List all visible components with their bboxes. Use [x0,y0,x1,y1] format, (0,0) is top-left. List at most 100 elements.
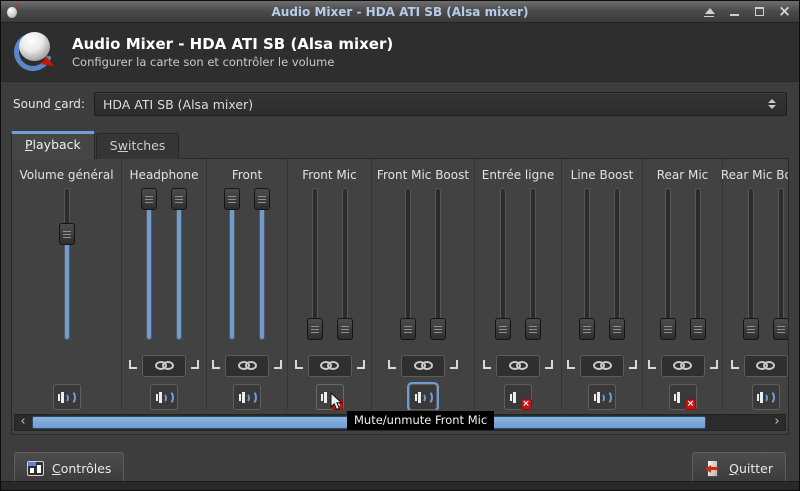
mute-button[interactable]: × [504,384,532,410]
volume-slider[interactable] [307,188,323,344]
channel-link-button[interactable] [401,355,445,377]
mute-button[interactable] [53,384,81,410]
tab-playback[interactable]: Playback [11,131,95,159]
sound-wave-icon [421,390,433,405]
volume-slider[interactable] [254,188,270,344]
speaker-bar-icon [674,394,676,401]
slider-handle[interactable] [495,318,511,340]
slider-handle[interactable] [579,318,595,340]
chain-ring-icon [327,361,339,370]
speaker-icon [414,390,433,405]
volume-slider[interactable] [59,188,75,344]
slider-handle[interactable] [337,318,353,340]
volume-slider[interactable] [141,188,157,344]
channel-strip-line-boost: Line Boost [562,159,643,410]
channel-label: Rear Mic [657,168,709,182]
right-bracket-icon [357,360,365,369]
shade-button[interactable] [703,5,716,18]
volume-knob-icon [13,30,59,74]
slider-handle[interactable] [773,318,789,340]
channel-link-button[interactable] [496,355,540,377]
chain-link-icon [238,361,257,370]
slider-handle[interactable] [171,188,187,210]
slider-handle[interactable] [307,318,323,340]
channel-link-button[interactable] [744,355,788,377]
speaker-icon [593,390,612,405]
channel-label: Headphone [130,168,199,182]
slider-handle[interactable] [430,318,446,340]
channel-label: Rear Mic Boost [721,168,788,182]
slider-handle[interactable] [690,318,706,340]
slider-fill [65,233,69,339]
slider-handle[interactable] [141,188,157,210]
volume-slider[interactable] [743,188,759,344]
volume-slider[interactable] [773,188,789,344]
channel-link-button[interactable] [225,355,269,377]
controls-button-label: Contrôles [52,461,111,476]
slider-handle[interactable] [59,223,75,245]
controls-button[interactable]: Contrôles [14,452,124,484]
slider-handle[interactable] [609,318,625,340]
chain-link-icon [593,361,612,370]
slider-grip-lines [694,326,702,333]
mute-button[interactable] [233,384,261,410]
slider-fill [147,198,151,339]
channel-link-button[interactable] [580,355,624,377]
channel-link-button[interactable] [661,355,705,377]
chain-link-icon [155,361,174,370]
quit-button[interactable]: Quitter [692,452,786,484]
mute-button[interactable] [588,384,616,410]
volume-slider[interactable] [337,188,353,344]
slider-handle[interactable] [254,188,270,210]
slider-grip-lines [664,326,672,333]
shade-icon-bar [704,16,714,18]
right-bracket-icon [629,360,637,369]
mute-button[interactable] [409,384,437,410]
chain-ring-icon [680,361,692,370]
volume-slider[interactable] [609,188,625,344]
left-bracket-icon [483,360,491,369]
volume-slider[interactable] [579,188,595,344]
slider-fill [260,198,264,339]
volume-slider[interactable] [400,188,416,344]
slider-handle[interactable] [660,318,676,340]
volume-slider[interactable] [660,188,676,344]
mixer-controls-icon-bar [28,462,36,466]
slider-handle[interactable] [525,318,541,340]
sound-card-value: HDA ATI SB (Alsa mixer) [103,97,768,112]
window-title: Audio Mixer - HDA ATI SB (Alsa mixer) [1,5,799,19]
maximize-button[interactable] [753,5,766,18]
link-row [723,354,788,377]
speaker-bar-icon [513,392,516,403]
volume-slider[interactable] [495,188,511,344]
mute-button[interactable] [150,384,178,410]
volume-slider[interactable] [690,188,706,344]
tab-playback-post: layback [33,137,81,152]
chain-ring-icon [516,361,528,370]
minimize-button[interactable] [728,5,741,18]
scroll-right-icon[interactable]: › [769,415,785,430]
mute-button[interactable] [752,384,780,410]
volume-slider[interactable] [430,188,446,344]
scroll-left-icon[interactable]: ‹ [15,415,31,430]
sound-card-select[interactable]: HDA ATI SB (Alsa mixer) [94,92,787,116]
slider-grip-lines [228,196,236,203]
channel-link-button[interactable] [142,355,186,377]
page-subtitle: Configurer la carte son et contrôler le … [72,55,393,69]
slider-handle[interactable] [400,318,416,340]
volume-slider[interactable] [224,188,240,344]
speaker-bar-icon [677,392,680,403]
quit-button-label: Quitter [729,461,773,476]
channel-link-button[interactable] [308,355,352,377]
slider-group [579,188,625,344]
volume-slider[interactable] [525,188,541,344]
audio-mixer-window: Audio Mixer - HDA ATI SB (Alsa mixer) × … [0,0,800,491]
tab-switches[interactable]: Switches [96,133,180,159]
speaker-icon: × [509,390,528,405]
slider-handle[interactable] [743,318,759,340]
left-bracket-icon [388,360,396,369]
volume-slider[interactable] [171,188,187,344]
mute-button[interactable]: × [669,384,697,410]
slider-handle[interactable] [224,188,240,210]
close-button[interactable]: × [778,5,791,18]
